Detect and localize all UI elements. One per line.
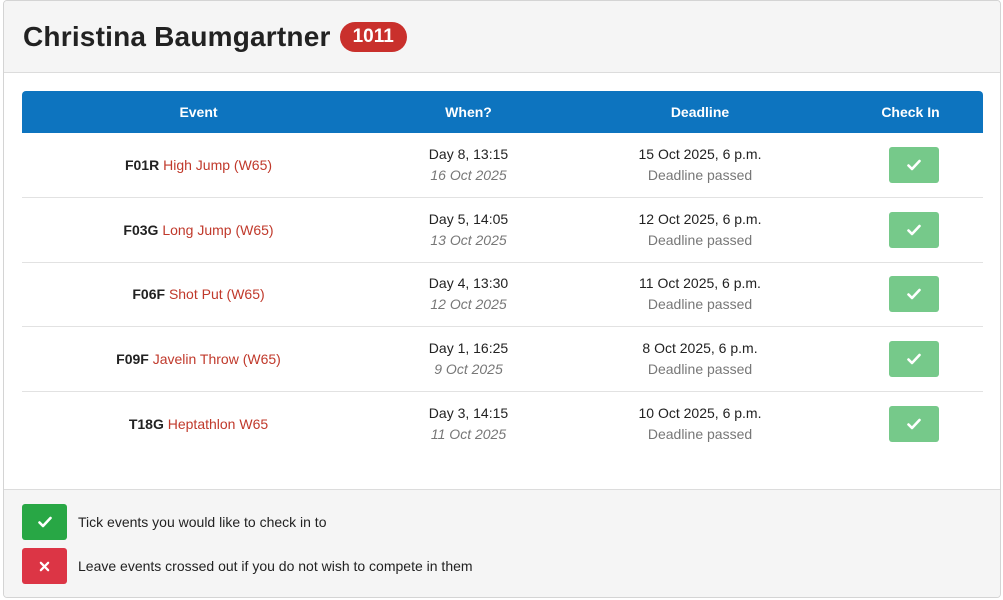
when-cell: Day 4, 13:30 12 Oct 2025 bbox=[375, 262, 562, 328]
when-day-time: Day 3, 14:15 bbox=[428, 404, 509, 421]
table-row: F03G Long Jump (W65) Day 5, 14:05 13 Oct… bbox=[22, 197, 983, 263]
check-in-cell bbox=[838, 326, 983, 392]
event-cell: F06F Shot Put (W65) bbox=[22, 262, 375, 328]
check-icon bbox=[906, 289, 921, 300]
check-in-button[interactable] bbox=[888, 211, 939, 248]
when-date: 9 Oct 2025 bbox=[434, 361, 503, 378]
table-row: F06F Shot Put (W65) Day 4, 13:30 12 Oct … bbox=[22, 262, 983, 328]
events-table: Event When? Deadline Check In F01R High … bbox=[22, 91, 983, 456]
when-cell: Day 5, 14:05 13 Oct 2025 bbox=[375, 197, 562, 263]
legend-tick-text: Tick events you would like to check in t… bbox=[78, 514, 327, 530]
event-cell: F03G Long Jump (W65) bbox=[22, 197, 375, 263]
event-cell: T18G Heptathlon W65 bbox=[22, 391, 375, 456]
legend-cross-row: Leave events crossed out if you do not w… bbox=[22, 548, 1000, 584]
event-code: F06F bbox=[132, 286, 166, 303]
bib-number-badge: 1011 bbox=[339, 21, 407, 52]
event-name-link[interactable]: Shot Put (W65) bbox=[169, 286, 265, 302]
event-code: T18G bbox=[128, 415, 164, 432]
deadline-cell: 15 Oct 2025, 6 p.m. Deadline passed bbox=[562, 133, 838, 199]
check-in-cell bbox=[838, 133, 983, 199]
when-date: 11 Oct 2025 bbox=[430, 425, 507, 442]
when-day-time: Day 5, 14:05 bbox=[428, 210, 509, 227]
when-cell: Day 3, 14:15 11 Oct 2025 bbox=[375, 391, 562, 456]
event-name-link[interactable]: Javelin Throw (W65) bbox=[153, 351, 281, 367]
check-in-button[interactable] bbox=[888, 147, 939, 184]
deadline-datetime: 12 Oct 2025, 6 p.m. bbox=[638, 210, 762, 227]
when-day-time: Day 1, 16:25 bbox=[428, 340, 509, 357]
deadline-status: Deadline passed bbox=[647, 425, 753, 442]
when-day-time: Day 8, 13:15 bbox=[428, 146, 509, 163]
event-code: F01R bbox=[124, 157, 160, 174]
event-code: F03G bbox=[123, 221, 159, 238]
table-row: F09F Javelin Throw (W65) Day 1, 16:25 9 … bbox=[22, 326, 983, 392]
legend-cross-text: Leave events crossed out if you do not w… bbox=[78, 558, 473, 574]
check-in-cell bbox=[838, 391, 983, 456]
check-icon bbox=[906, 224, 921, 236]
check-in-button[interactable] bbox=[888, 405, 939, 442]
table-row: F01R High Jump (W65) Day 8, 13:15 16 Oct… bbox=[22, 133, 983, 199]
event-cell: F09F Javelin Throw (W65) bbox=[22, 326, 375, 392]
legend-tick-row: Tick events you would like to check in t… bbox=[22, 504, 1000, 540]
deadline-status: Deadline passed bbox=[647, 231, 753, 248]
panel-header: Christina Baumgartner 1011 bbox=[4, 1, 1000, 73]
event-code: F09F bbox=[116, 351, 149, 368]
event-name-link[interactable]: Long Jump (W65) bbox=[162, 222, 273, 238]
athlete-name: Christina Baumgartner bbox=[23, 20, 331, 52]
check-in-button[interactable] bbox=[888, 276, 939, 313]
deadline-datetime: 11 Oct 2025, 6 p.m. bbox=[639, 275, 761, 292]
deadline-status: Deadline passed bbox=[647, 361, 753, 378]
check-icon bbox=[906, 159, 921, 171]
table-header-row: Event When? Deadline Check In bbox=[22, 91, 983, 133]
deadline-cell: 11 Oct 2025, 6 p.m. Deadline passed bbox=[562, 262, 838, 328]
deadline-datetime: 8 Oct 2025, 6 p.m. bbox=[642, 340, 758, 357]
check-in-cell bbox=[838, 262, 983, 328]
event-cell: F01R High Jump (W65) bbox=[22, 133, 375, 199]
legend-footer: Tick events you would like to check in t… bbox=[4, 489, 1000, 597]
panel-body: Event When? Deadline Check In F01R High … bbox=[4, 73, 1000, 489]
when-date: 12 Oct 2025 bbox=[430, 296, 507, 313]
deadline-cell: 12 Oct 2025, 6 p.m. Deadline passed bbox=[562, 197, 838, 263]
deadline-status: Deadline passed bbox=[647, 167, 753, 184]
event-name-link[interactable]: High Jump (W65) bbox=[163, 157, 272, 173]
deadline-status: Deadline passed bbox=[647, 296, 753, 313]
legend-cross-icon bbox=[22, 548, 67, 584]
when-day-time: Day 4, 13:30 bbox=[428, 275, 509, 292]
check-icon bbox=[906, 418, 921, 430]
header-check-in: Check In bbox=[881, 104, 940, 120]
check-icon bbox=[906, 353, 921, 365]
legend-check-icon bbox=[22, 504, 67, 540]
athlete-checkin-panel: Christina Baumgartner 1011 Event When? D… bbox=[3, 0, 1001, 598]
when-cell: Day 8, 13:15 16 Oct 2025 bbox=[375, 133, 562, 199]
header-event: Event bbox=[179, 104, 218, 120]
when-cell: Day 1, 16:25 9 Oct 2025 bbox=[375, 326, 562, 392]
when-date: 16 Oct 2025 bbox=[430, 167, 507, 184]
deadline-cell: 10 Oct 2025, 6 p.m. Deadline passed bbox=[562, 391, 838, 456]
deadline-cell: 8 Oct 2025, 6 p.m. Deadline passed bbox=[562, 326, 838, 392]
deadline-datetime: 15 Oct 2025, 6 p.m. bbox=[638, 146, 762, 163]
header-when: When? bbox=[445, 104, 492, 120]
header-deadline: Deadline bbox=[670, 104, 730, 120]
event-name-link[interactable]: Heptathlon W65 bbox=[168, 416, 268, 432]
check-in-cell bbox=[838, 197, 983, 263]
check-in-button[interactable] bbox=[888, 341, 939, 378]
deadline-datetime: 10 Oct 2025, 6 p.m. bbox=[638, 404, 762, 421]
when-date: 13 Oct 2025 bbox=[430, 231, 507, 248]
table-row: T18G Heptathlon W65 Day 3, 14:15 11 Oct … bbox=[22, 391, 983, 456]
